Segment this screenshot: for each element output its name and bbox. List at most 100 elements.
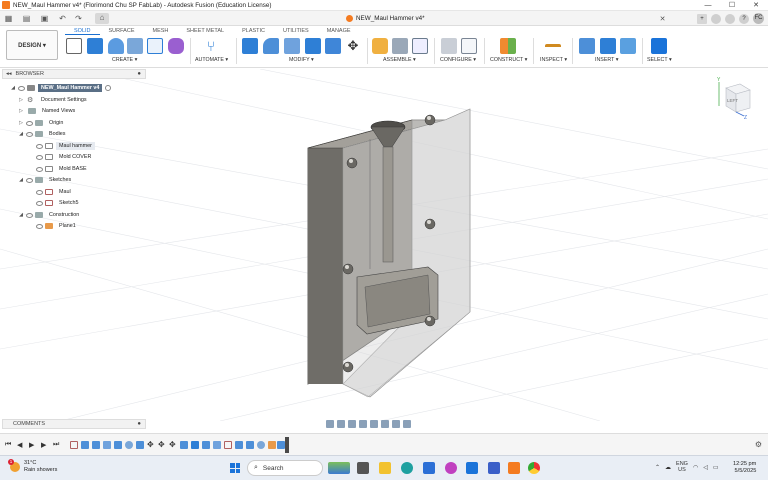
visibility-icon[interactable]	[26, 131, 33, 137]
cloud-icon[interactable]: ☁	[665, 464, 671, 471]
pattern-icon[interactable]	[147, 38, 163, 54]
timeline-marker[interactable]	[285, 437, 289, 453]
timeline-feature-icon[interactable]	[257, 441, 265, 449]
redo-icon[interactable]: ↷	[74, 14, 83, 23]
workspace-switcher[interactable]: DESIGN ▾	[6, 30, 58, 60]
file-explorer-icon[interactable]	[379, 462, 391, 474]
measure-icon[interactable]	[545, 44, 561, 52]
visibility-icon[interactable]	[36, 200, 43, 206]
expand-icon[interactable]: ◢	[18, 131, 24, 137]
table-icon[interactable]	[461, 38, 477, 54]
timeline-extrude-icon[interactable]	[92, 441, 100, 449]
timeline-move-icon[interactable]: ✥	[169, 441, 177, 449]
language-indicator[interactable]: ENG US	[676, 461, 688, 473]
visibility-icon[interactable]	[36, 189, 43, 195]
timeline-feature-icon[interactable]	[114, 441, 122, 449]
timeline-move-icon[interactable]: ✥	[147, 441, 155, 449]
expand-icon[interactable]: ▷	[18, 108, 24, 114]
tab-sheet-metal[interactable]: SHEET METAL	[177, 27, 233, 35]
tree-sketches[interactable]: ◢ Sketches	[18, 175, 74, 185]
joint-icon[interactable]	[392, 38, 408, 54]
timeline-feature-icon[interactable]	[202, 441, 210, 449]
tree-construction[interactable]: ◢ Construction	[18, 210, 82, 220]
modify-menu[interactable]: MODIFY ▾	[289, 57, 314, 63]
shell-icon[interactable]	[284, 38, 300, 54]
viewports-icon[interactable]	[403, 420, 411, 428]
form-icon[interactable]	[168, 38, 184, 54]
select-menu[interactable]: SELECT ▾	[647, 57, 672, 63]
visibility-icon[interactable]	[26, 177, 33, 183]
expand-icon[interactable]: ▷	[18, 97, 24, 103]
move-copy-icon[interactable]: ✥	[345, 38, 361, 54]
outlook-icon[interactable]	[466, 462, 478, 474]
create-menu[interactable]: CREATE ▾	[112, 57, 137, 63]
fusion-taskbar-icon[interactable]	[508, 462, 520, 474]
visibility-icon[interactable]	[26, 212, 33, 218]
visibility-icon[interactable]	[26, 120, 33, 126]
timeline-extrude-icon[interactable]	[81, 441, 89, 449]
tree-named-views[interactable]: ▷ Named Views	[18, 106, 78, 116]
app-grid-icon[interactable]: ▦	[4, 14, 13, 23]
collapse-icon[interactable]: ◂◂	[6, 71, 12, 77]
expand-icon[interactable]: ◢	[18, 212, 24, 218]
timeline-sketch-icon[interactable]	[224, 441, 232, 449]
pin-icon[interactable]: ●	[137, 421, 141, 427]
tree-root[interactable]: ◢ NEW_Maul Hammer v4	[10, 83, 113, 93]
expand-icon[interactable]: ◢	[18, 177, 24, 183]
combine-icon[interactable]	[305, 38, 321, 54]
go-to-start-icon[interactable]: ⏮	[5, 441, 11, 449]
visibility-icon[interactable]	[36, 166, 43, 172]
pin-icon[interactable]: ●	[137, 71, 141, 77]
tree-sketch-5[interactable]: Sketch5	[34, 198, 81, 208]
edge-icon[interactable]	[401, 462, 413, 474]
construct-menu[interactable]: CONSTRUCT ▾	[490, 57, 527, 63]
maximize-button[interactable]: ☐	[720, 0, 744, 11]
timeline-feature-icon[interactable]	[213, 441, 221, 449]
insert-canvas-icon[interactable]	[620, 38, 636, 54]
tray-chevron-icon[interactable]: ⌃	[655, 464, 660, 471]
fillet-icon[interactable]	[263, 38, 279, 54]
grid-settings-icon[interactable]	[392, 420, 400, 428]
canvas-viewport[interactable]	[0, 69, 768, 421]
tree-bodies[interactable]: ◢ Bodies	[18, 129, 68, 139]
timeline-settings-icon[interactable]: ⚙	[755, 440, 762, 449]
activate-icon[interactable]	[105, 85, 112, 91]
offset-face-icon[interactable]	[325, 38, 341, 54]
select-icon[interactable]	[651, 38, 667, 54]
clock[interactable]: 12:25 pm 5/5/2025	[733, 461, 756, 475]
visibility-icon[interactable]	[36, 154, 43, 160]
tree-origin[interactable]: ▷ Origin	[18, 118, 66, 128]
job-status-icon[interactable]	[711, 13, 721, 24]
file-menu-icon[interactable]: ▤	[22, 14, 31, 23]
step-forward-icon[interactable]: ▶	[41, 441, 46, 449]
comments-panel[interactable]: COMMENTS ●	[2, 419, 146, 429]
undo-icon[interactable]: ↶	[58, 14, 67, 23]
extrude-icon[interactable]	[87, 38, 103, 54]
tab-plastic[interactable]: PLASTIC	[233, 27, 274, 35]
teams-icon[interactable]	[488, 462, 500, 474]
look-at-icon[interactable]	[337, 420, 345, 428]
close-button[interactable]: ✕	[744, 0, 768, 11]
joint-origin-icon[interactable]	[412, 38, 428, 54]
start-button[interactable]	[230, 463, 240, 473]
tab-surface[interactable]: SURFACE	[100, 27, 144, 35]
view-cube[interactable]: LEFT Y Z	[716, 76, 756, 120]
battery-icon[interactable]: ▭	[713, 464, 719, 471]
home-icon[interactable]: ⌂	[95, 13, 109, 24]
wifi-icon[interactable]: ◠	[693, 464, 698, 471]
press-pull-icon[interactable]	[242, 38, 258, 54]
expand-icon[interactable]: ◢	[10, 85, 16, 91]
timeline-move-icon[interactable]: ✥	[158, 441, 166, 449]
fit-icon[interactable]	[370, 420, 378, 428]
insert-menu[interactable]: INSERT ▾	[595, 57, 618, 63]
configure-menu[interactable]: CONFIGURE ▾	[440, 57, 476, 63]
tree-body-maul-hammer[interactable]: Maul hammer	[34, 141, 95, 151]
task-view-icon[interactable]	[357, 462, 369, 474]
avatar[interactable]: FC	[753, 13, 764, 24]
timeline-revolve-icon[interactable]	[125, 441, 133, 449]
hole-icon[interactable]	[127, 38, 143, 54]
tab-mesh[interactable]: MESH	[144, 27, 178, 35]
automate-icon[interactable]: ⑂	[203, 38, 219, 54]
visibility-icon[interactable]	[36, 143, 43, 149]
browser-header[interactable]: ◂◂ BROWSER ●	[2, 69, 146, 79]
